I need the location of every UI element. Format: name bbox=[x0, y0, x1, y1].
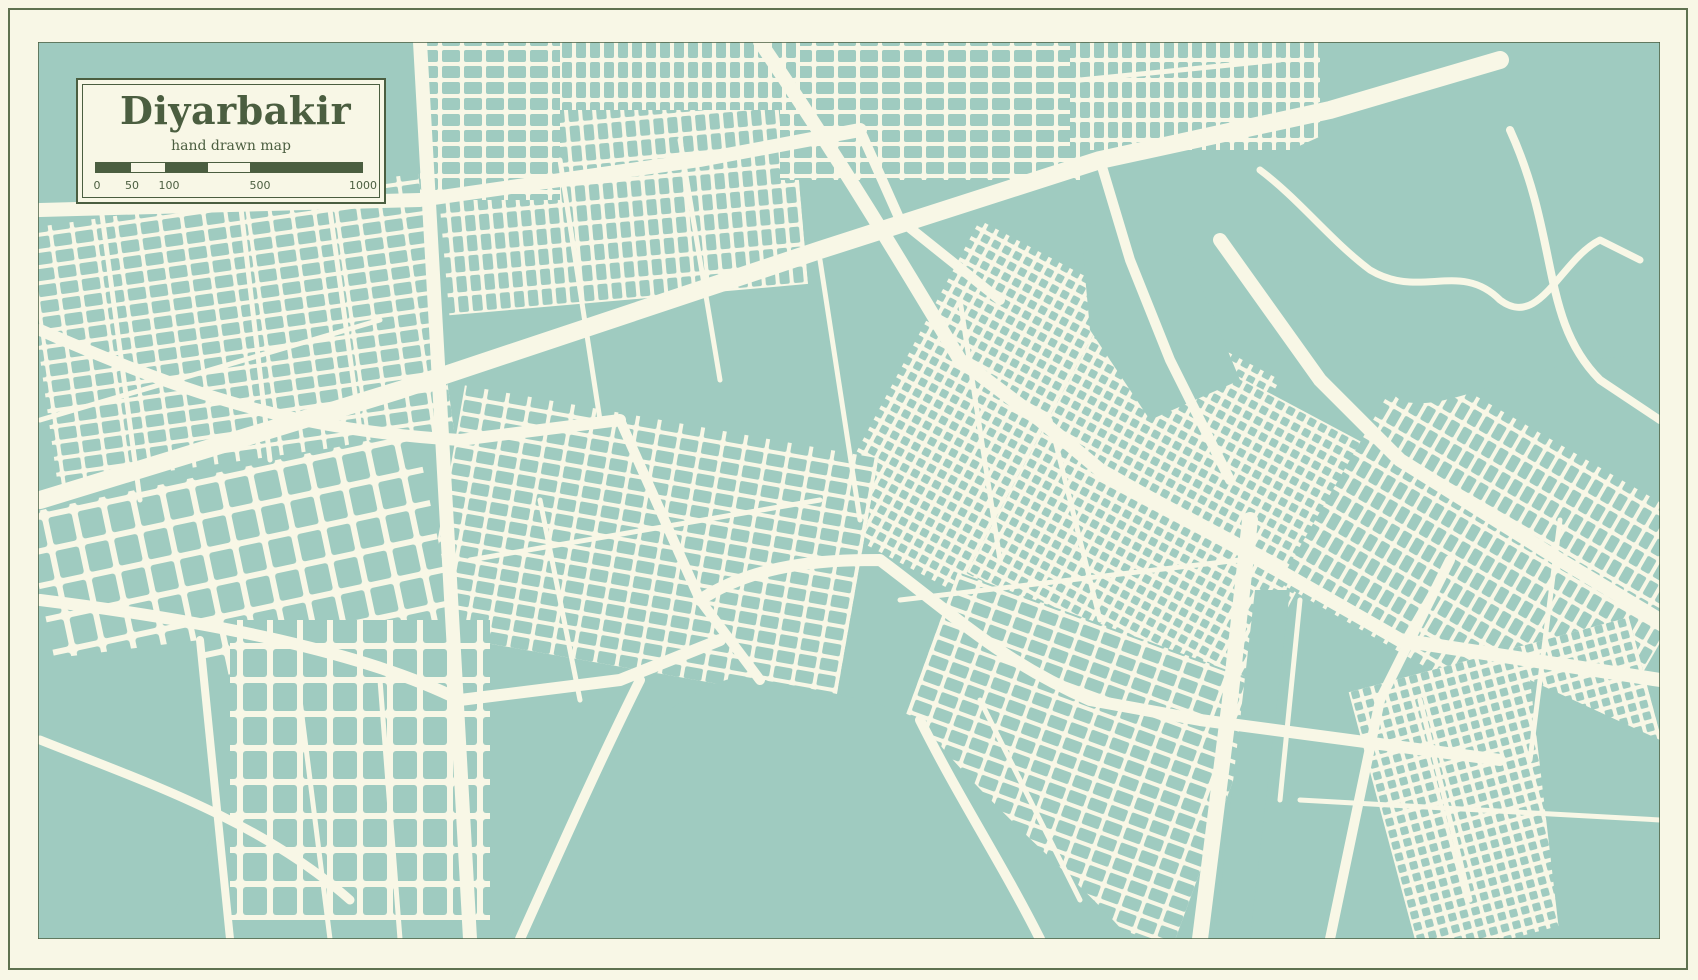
map-legend: Diyarbakir hand drawn map 0 50 100 500 1… bbox=[76, 78, 386, 204]
scale-tick: 100 bbox=[158, 179, 180, 192]
map-subtitle: hand drawn map bbox=[171, 138, 291, 154]
city-title: Diyarbakir bbox=[120, 88, 352, 133]
scale-tick: 1000 bbox=[349, 179, 377, 192]
scale-tick: 0 bbox=[93, 179, 101, 192]
scale-tick: 500 bbox=[249, 179, 271, 192]
scale-tick: 50 bbox=[125, 179, 139, 192]
scale-bar bbox=[95, 162, 363, 173]
